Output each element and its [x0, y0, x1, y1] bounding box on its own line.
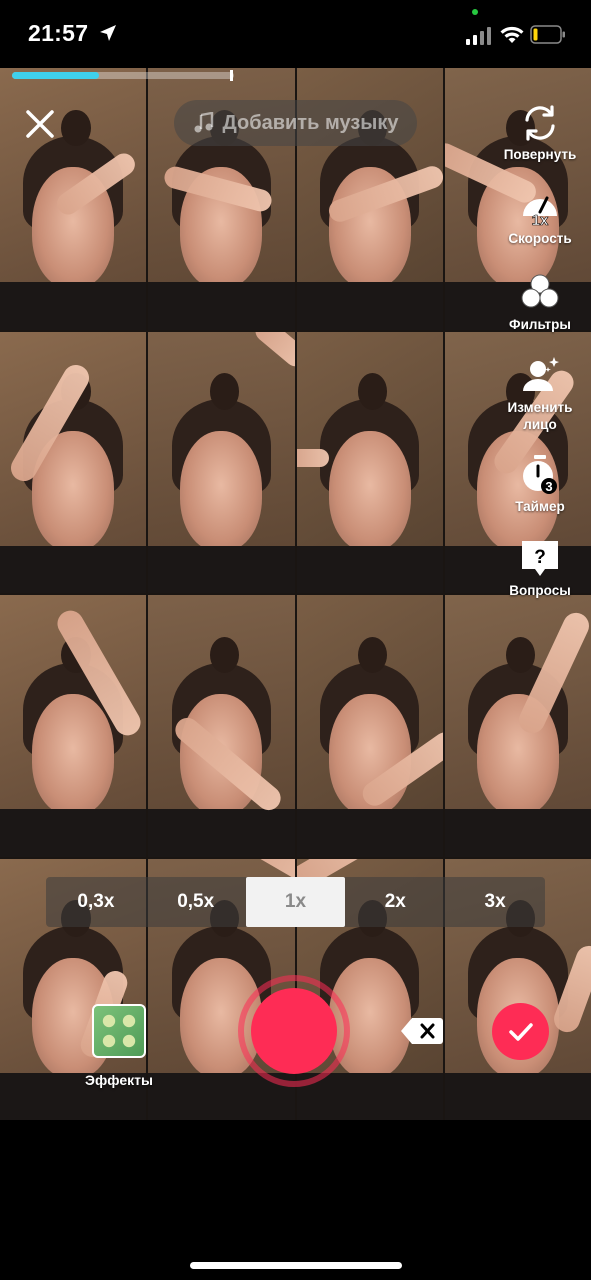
camera-tile	[148, 331, 295, 593]
record-button[interactable]	[251, 988, 337, 1074]
camera-tile	[296, 595, 443, 857]
timer-button[interactable]: 3 Таймер	[490, 454, 590, 515]
questions-label: Вопросы	[509, 583, 571, 598]
status-bar: 21:57	[0, 0, 591, 68]
speed-label: Скорость	[508, 231, 572, 246]
filters-icon	[521, 274, 559, 308]
music-note-icon	[194, 112, 213, 133]
effects-label: Эффекты	[85, 1072, 153, 1088]
face-change-icon	[523, 357, 559, 391]
recording-progress-bar	[12, 72, 234, 79]
camera-tile	[0, 595, 147, 857]
camera-in-use-dot	[472, 9, 478, 15]
speed-option-0-3x[interactable]: 0,3x	[46, 877, 146, 927]
add-music-label: Добавить музыку	[222, 111, 399, 134]
questions-badge: ?	[534, 547, 546, 568]
effects-button[interactable]: Эффекты	[84, 1004, 154, 1088]
questions-button[interactable]: ? Вопросы	[490, 538, 590, 599]
recording-progress-fill	[12, 72, 99, 79]
speed-option-3x[interactable]: 3x	[445, 877, 545, 927]
questions-icon: ?	[522, 541, 558, 576]
timer-badge: 3	[545, 479, 552, 494]
close-icon[interactable]	[22, 106, 58, 142]
status-time: 21:57	[28, 20, 89, 46]
location-arrow-icon	[100, 25, 116, 41]
speed-selector: 0,3x 0,5x 1x 2x 3x	[46, 877, 545, 927]
cellular-signal-icon	[466, 27, 491, 45]
speed-icon: 1x	[523, 196, 557, 228]
segment-marker	[230, 70, 233, 81]
camera-tile	[148, 595, 295, 857]
flip-camera-icon	[525, 105, 555, 141]
speed-option-2x[interactable]: 2x	[345, 877, 445, 927]
camera-tile	[444, 595, 591, 857]
flip-label: Повернуть	[503, 147, 577, 162]
speed-badge: 1x	[532, 212, 549, 228]
battery-icon	[530, 25, 565, 44]
flip-camera-button[interactable]: Повернуть	[490, 102, 590, 163]
timer-icon: 3	[523, 455, 557, 494]
camera-tile	[0, 331, 147, 593]
add-music-button[interactable]: Добавить музыку	[174, 100, 417, 146]
camera-tile	[296, 331, 443, 593]
checkmark-icon	[508, 1022, 533, 1041]
home-indicator	[190, 1262, 402, 1269]
filters-label: Фильтры	[509, 317, 571, 332]
filters-button[interactable]: Фильтры	[490, 272, 590, 333]
speed-option-1x[interactable]: 1x	[245, 877, 346, 927]
confirm-button[interactable]	[492, 1003, 549, 1060]
face-change-button[interactable]: Изменить лицо	[490, 355, 590, 433]
delete-segment-icon[interactable]	[400, 1016, 444, 1046]
effects-thumbnail	[92, 1004, 146, 1058]
timer-label: Таймер	[515, 499, 565, 514]
face-change-label: Изменить лицо	[507, 400, 573, 432]
wifi-icon	[500, 26, 524, 43]
speed-button[interactable]: 1x Скорость	[490, 186, 590, 247]
speed-option-0-5x[interactable]: 0,5x	[146, 877, 246, 927]
